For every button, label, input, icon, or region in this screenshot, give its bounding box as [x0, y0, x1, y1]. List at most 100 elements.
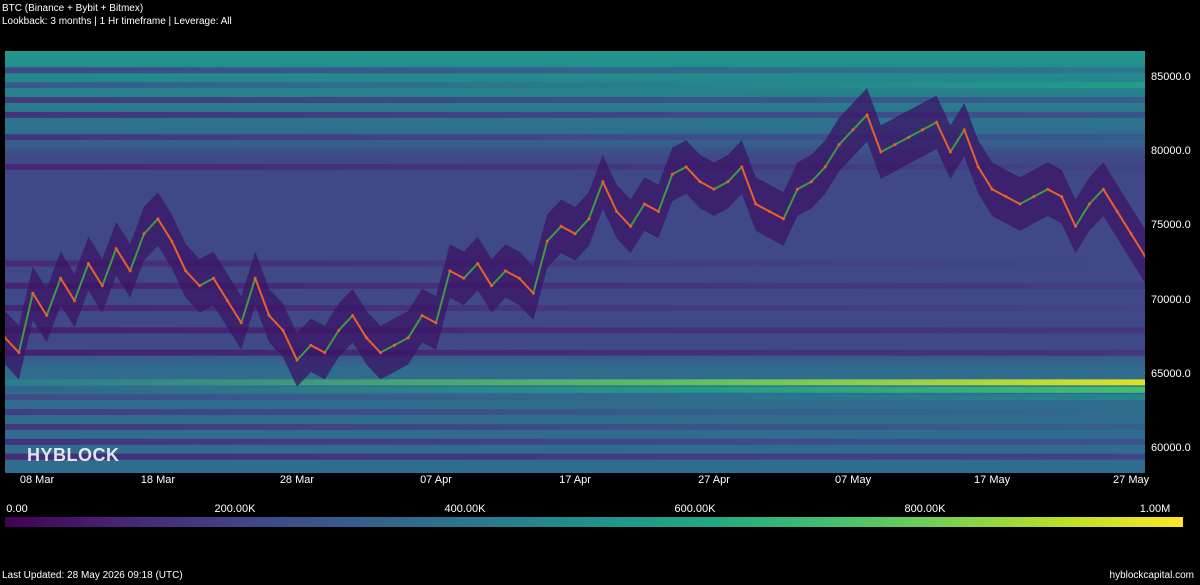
x-tick-label: 07 May [835, 474, 872, 486]
price-point [462, 276, 466, 280]
price-point [309, 343, 313, 347]
y-tick-label: 75000.0 [1151, 219, 1191, 232]
hyblock-watermark: HYBLOCK [27, 445, 120, 465]
price-point [420, 314, 424, 317]
price-point [670, 172, 674, 176]
price-point [726, 180, 730, 184]
price-point [768, 210, 772, 213]
price-point [184, 269, 188, 273]
x-tick-label: 17 May [974, 474, 1011, 486]
price-point [504, 269, 507, 273]
price-point [1074, 224, 1077, 228]
price-point [406, 336, 410, 340]
price-point [615, 210, 619, 213]
price-point [712, 187, 716, 191]
price-point [893, 143, 897, 147]
price-point [837, 143, 841, 147]
y-tick-label: 80000.0 [1151, 145, 1191, 158]
liquidation-band [5, 349, 1145, 356]
price-point [587, 217, 591, 221]
price-point [378, 351, 382, 355]
site-link[interactable]: hyblockcapital.com [1110, 570, 1194, 581]
colorbar [5, 517, 1183, 527]
heatmap-chart[interactable] [3, 51, 1147, 473]
price-point [295, 358, 299, 362]
price-point [476, 262, 480, 265]
price-point [629, 224, 633, 228]
price-point [1115, 210, 1119, 213]
price-point [73, 299, 76, 303]
x-tick-label: 27 May [1113, 474, 1150, 486]
price-point [448, 269, 452, 273]
price-point [698, 180, 702, 184]
price-point [128, 269, 132, 273]
colorbar-tick-label: 600.00K [674, 503, 716, 515]
price-point [1018, 202, 1022, 206]
last-updated-text: Last Updated: 28 May 2026 09:18 (UTC) [2, 570, 183, 581]
price-point [851, 128, 855, 132]
price-point [490, 284, 494, 288]
colorbar-tick-label: 1.00M [1139, 503, 1171, 515]
price-point [656, 210, 660, 213]
price-point [823, 165, 827, 169]
price-point [17, 351, 21, 355]
price-point [740, 165, 744, 169]
chart-title: BTC (Binance + Bybit + Bitmex) [2, 3, 144, 14]
price-point [337, 328, 341, 332]
price-point [253, 276, 257, 280]
price-point [573, 232, 577, 236]
price-point [1129, 232, 1133, 236]
price-point [559, 224, 563, 228]
price-point [935, 120, 938, 124]
price-point [45, 314, 49, 317]
liquidation-band [5, 423, 1145, 430]
price-point [643, 202, 646, 206]
price-point [170, 239, 174, 243]
price-point [281, 328, 285, 332]
x-tick-label: 07 Apr [420, 474, 452, 486]
price-point [795, 187, 799, 191]
liquidation-band [5, 305, 1145, 312]
price-point [351, 314, 355, 317]
y-tick-label: 65000.0 [1151, 367, 1191, 380]
price-point [434, 321, 438, 325]
liquidation-band [5, 453, 1145, 460]
price-point [31, 291, 35, 295]
x-tick-label: 18 Mar [140, 474, 176, 486]
price-point [601, 180, 605, 184]
liquidation-band [5, 67, 1145, 74]
x-tick-label: 08 Mar [19, 474, 55, 486]
price-point [545, 239, 549, 243]
price-point [879, 150, 883, 154]
colorbar-tick-label: 0.00 [6, 503, 28, 515]
price-point [1046, 187, 1050, 191]
price-point [1101, 187, 1105, 191]
colorbar-tick-label: 800.00K [904, 503, 946, 515]
liquidation-band [5, 282, 1145, 289]
price-point [948, 150, 952, 154]
price-point [142, 232, 146, 236]
price-point [225, 299, 229, 303]
liquidation-band [5, 409, 1145, 416]
price-point [1032, 195, 1036, 199]
price-point [267, 314, 271, 317]
x-tick-label: 17 Apr [559, 474, 591, 486]
price-point [323, 351, 327, 355]
price-point [239, 321, 243, 325]
colorbar-tick-label: 200.00K [214, 503, 256, 515]
price-point [198, 284, 202, 288]
colorbar-tick-label: 400.00K [444, 503, 486, 515]
price-point [962, 128, 966, 132]
price-point [809, 180, 813, 184]
price-point [990, 187, 994, 191]
price-point [921, 128, 925, 132]
chart-subtitle: Lookback: 3 months | 1 Hr timeframe | Le… [2, 16, 232, 27]
price-point [59, 276, 63, 280]
x-tick-label: 27 Apr [698, 474, 730, 486]
liquidation-band [5, 386, 1145, 393]
price-point [782, 217, 785, 221]
liquidation-band [5, 438, 1145, 445]
price-point [1004, 195, 1008, 199]
y-tick-label: 70000.0 [1151, 293, 1191, 306]
price-point [156, 217, 160, 221]
